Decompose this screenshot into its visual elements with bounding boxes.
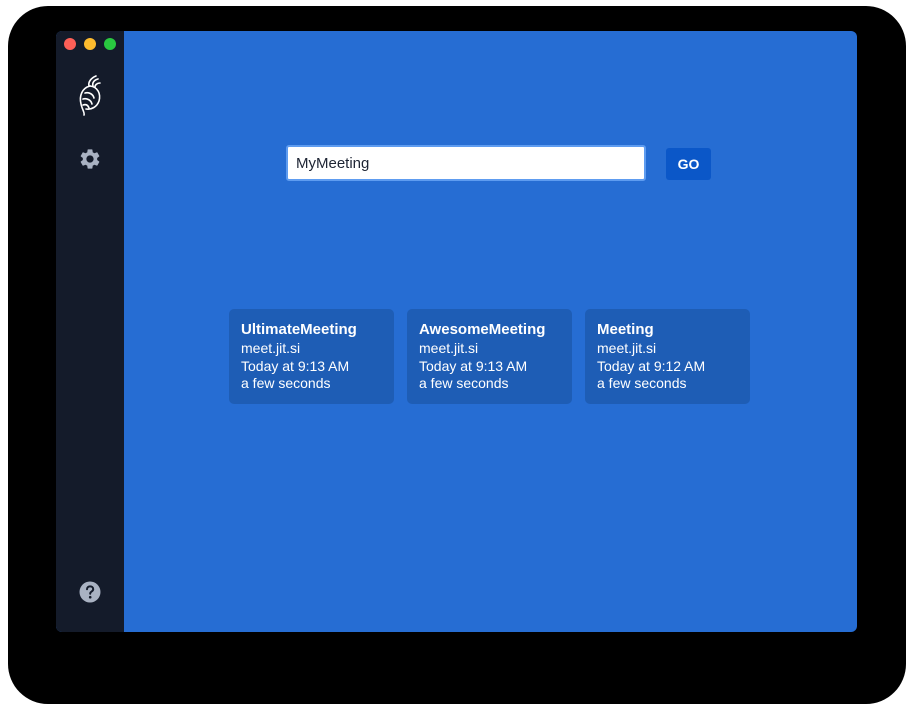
meeting-duration: a few seconds [597, 375, 687, 391]
recent-meeting-card[interactable]: UltimateMeeting meet.jit.si Today at 9:1… [229, 309, 394, 404]
meeting-name: Meeting [597, 321, 654, 338]
meeting-duration: a few seconds [419, 375, 509, 391]
meeting-date: Today at 9:12 AM [597, 357, 706, 374]
recent-meeting-card[interactable]: Meeting meet.jit.si Today at 9:12 AM a f… [585, 309, 750, 404]
meeting-date: Today at 9:13 AM [419, 357, 528, 374]
meeting-name: UltimateMeeting [241, 321, 357, 338]
gear-icon[interactable] [78, 147, 102, 171]
recent-meeting-card[interactable]: AwesomeMeeting meet.jit.si Today at 9:13… [407, 309, 572, 404]
main-area: GO UltimateMeeting meet.jit.si Today at … [124, 31, 857, 632]
window-minimize-button[interactable] [84, 38, 96, 50]
question-mark-icon[interactable] [78, 580, 102, 604]
go-button[interactable]: GO [666, 148, 711, 180]
meeting-name: AwesomeMeeting [419, 321, 546, 338]
room-name-input[interactable] [286, 145, 646, 181]
meeting-duration: a few seconds [241, 375, 331, 391]
sidebar [56, 31, 124, 632]
meeting-server: meet.jit.si [241, 340, 301, 356]
window-close-button[interactable] [64, 38, 76, 50]
window-maximize-button[interactable] [104, 38, 116, 50]
jitsi-logo-icon [79, 75, 101, 116]
app-window: GO UltimateMeeting meet.jit.si Today at … [56, 31, 857, 632]
meeting-server: meet.jit.si [597, 340, 657, 356]
meeting-server: meet.jit.si [419, 340, 479, 356]
meeting-date: Today at 9:13 AM [241, 357, 350, 374]
